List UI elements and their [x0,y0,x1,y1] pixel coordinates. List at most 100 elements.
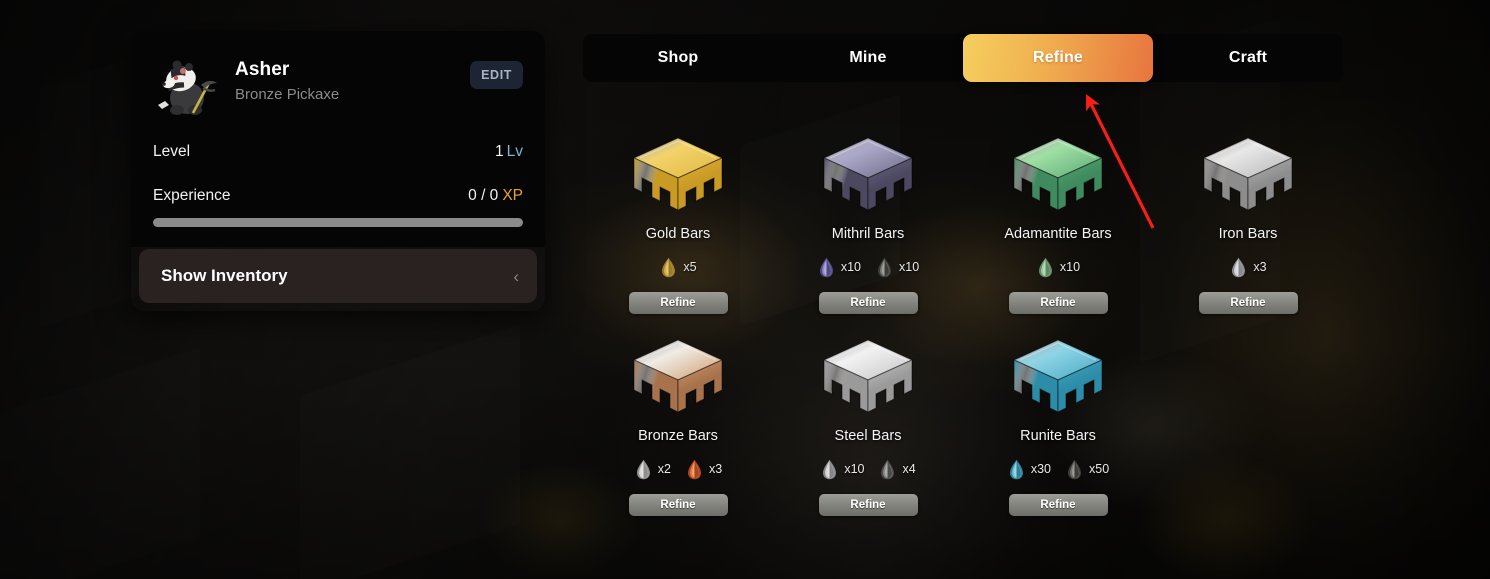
item-cost: x30 [1007,459,1051,480]
level-unit: Lv [506,143,523,160]
item-cost-row: x10 x10 [817,256,919,278]
cost-quantity: x3 [1253,260,1267,274]
item-cost: x50 [1065,459,1109,480]
refine-item-card: Runite Bars x30 x50 Refine [963,330,1153,516]
badger-miner-avatar-icon [158,60,217,115]
refine-button[interactable]: Refine [628,292,728,314]
cost-quantity: x5 [683,260,697,274]
bronze-bar-cube-icon [632,339,724,413]
profile-header: Asher Bronze Pickaxe EDIT [153,53,523,117]
item-name: Gold Bars [645,226,711,242]
coal-ore-icon [1067,459,1082,479]
refine-button[interactable]: Refine [1198,292,1298,314]
edit-profile-button[interactable]: EDIT [470,61,523,89]
show-inventory-label: Show Inventory [161,266,288,285]
item-name: Adamantite Bars [1004,226,1112,242]
experience-value: 0 / 0 [468,187,499,204]
chevron-left-icon: ‹ [513,266,519,286]
item-name: Iron Bars [1218,226,1278,242]
refine-item-card: Gold Bars x5 Refine [583,128,773,314]
mithril-bar-cube-icon [822,137,914,211]
tab-craft[interactable]: Craft [1153,34,1343,82]
item-name: Mithril Bars [831,226,905,242]
item-cost: x10 [1036,257,1080,278]
refine-item-card: Iron Bars x3 Refine [1153,128,1343,314]
refine-button[interactable]: Refine [818,292,918,314]
gold-ore-icon [662,257,676,277]
tab-mine[interactable]: Mine [773,34,963,82]
item-cost: x4 [878,459,916,480]
refine-button[interactable]: Refine [1008,494,1108,516]
cost-quantity: x10 [899,260,920,274]
item-name: Steel Bars [834,428,902,444]
refine-item-card: Mithril Bars x10 x10 Refine [773,128,963,314]
coal-ore-icon [881,459,895,479]
item-cost-row: x5 [659,256,697,278]
refine-button[interactable]: Refine [1008,292,1108,314]
adamantite-ore-icon [1038,257,1052,277]
item-cost-row: x3 [1229,256,1267,278]
cost-quantity: x30 [1030,462,1051,476]
iron-ore-icon [1232,257,1246,277]
experience-row: Experience 0 / 0 XP [153,187,523,205]
avatar [153,55,221,117]
level-value-group: 1 Lv [495,143,523,161]
show-inventory-toggle[interactable]: Show Inventory ‹ [139,249,537,303]
item-cost: x10 [817,257,861,278]
item-name: Bronze Bars [638,428,718,444]
runite-bar-cube-icon [1012,339,1104,413]
item-cost: x3 [685,459,722,480]
item-cube-graphic [820,128,916,224]
steel-bar-cube-icon [822,339,914,413]
refine-item-card: Adamantite Bars x10 Refine [963,128,1153,314]
refine-item-card: Bronze Bars x2 x3 Refine [583,330,773,516]
player-profile-panel: Asher Bronze Pickaxe EDIT Level 1 Lv Expe… [131,31,545,311]
profile-main-section: Asher Bronze Pickaxe EDIT Level 1 Lv Expe… [131,31,545,247]
game-screen: Asher Bronze Pickaxe EDIT Level 1 Lv Expe… [0,0,1490,579]
experience-progress-bar [153,218,523,227]
item-cube-graphic [1010,128,1106,224]
mithril-ore-icon [819,257,833,277]
cost-quantity: x10 [1059,260,1081,274]
item-cost: x10 [875,257,919,278]
item-cost: x10 [820,459,864,480]
cost-quantity: x3 [709,462,723,476]
cost-quantity: x10 [844,462,865,476]
item-cube-graphic [820,330,916,426]
refine-item-row: Gold Bars x5 Refine Mithril Bars x10 x10 Refin… [583,128,1343,314]
tab-shop[interactable]: Shop [583,34,773,82]
item-cube-graphic [630,330,726,426]
runite-ore-icon [1009,459,1023,479]
refine-item-grid: Gold Bars x5 Refine Mithril Bars x10 x10 Refin… [583,128,1343,516]
item-cube-graphic [1010,330,1106,426]
refine-button[interactable]: Refine [628,494,728,516]
level-row: Level 1 Lv [153,143,523,161]
main-tab-bar: Shop Mine Refine Craft [583,34,1343,82]
gold-bar-cube-icon [632,137,724,211]
refine-item-card: Steel Bars x10 x4 Refine [773,330,963,516]
iron-bar-cube-icon [1202,137,1294,211]
experience-value-group: 0 / 0 XP [468,187,523,205]
level-label: Level [153,143,191,160]
item-cube-graphic [1200,128,1296,224]
item-cube-graphic [630,128,726,224]
item-cost-row: x10 [1036,256,1080,278]
item-cost-row: x30 x50 [1007,458,1109,480]
cost-quantity: x4 [902,462,916,476]
item-cost: x3 [1229,257,1267,278]
item-cost-row: x2 x3 [634,458,722,480]
level-value: 1 [495,143,504,160]
item-name: Runite Bars [1020,428,1096,444]
coal-ore-icon [877,257,892,277]
refine-button[interactable]: Refine [818,494,918,516]
experience-label: Experience [153,187,231,204]
item-cost-row: x10 x4 [820,458,916,480]
tab-refine[interactable]: Refine [963,34,1153,82]
iron-ore-icon [823,459,837,479]
adamantite-bar-cube-icon [1012,137,1104,211]
copper-ore-icon [687,459,702,479]
tin-ore-icon [636,459,650,479]
refine-item-row: Bronze Bars x2 x3 Refine Steel Bars x10 x4 Refi… [583,330,1343,516]
item-cost: x2 [634,459,671,480]
item-cost: x5 [659,257,697,278]
